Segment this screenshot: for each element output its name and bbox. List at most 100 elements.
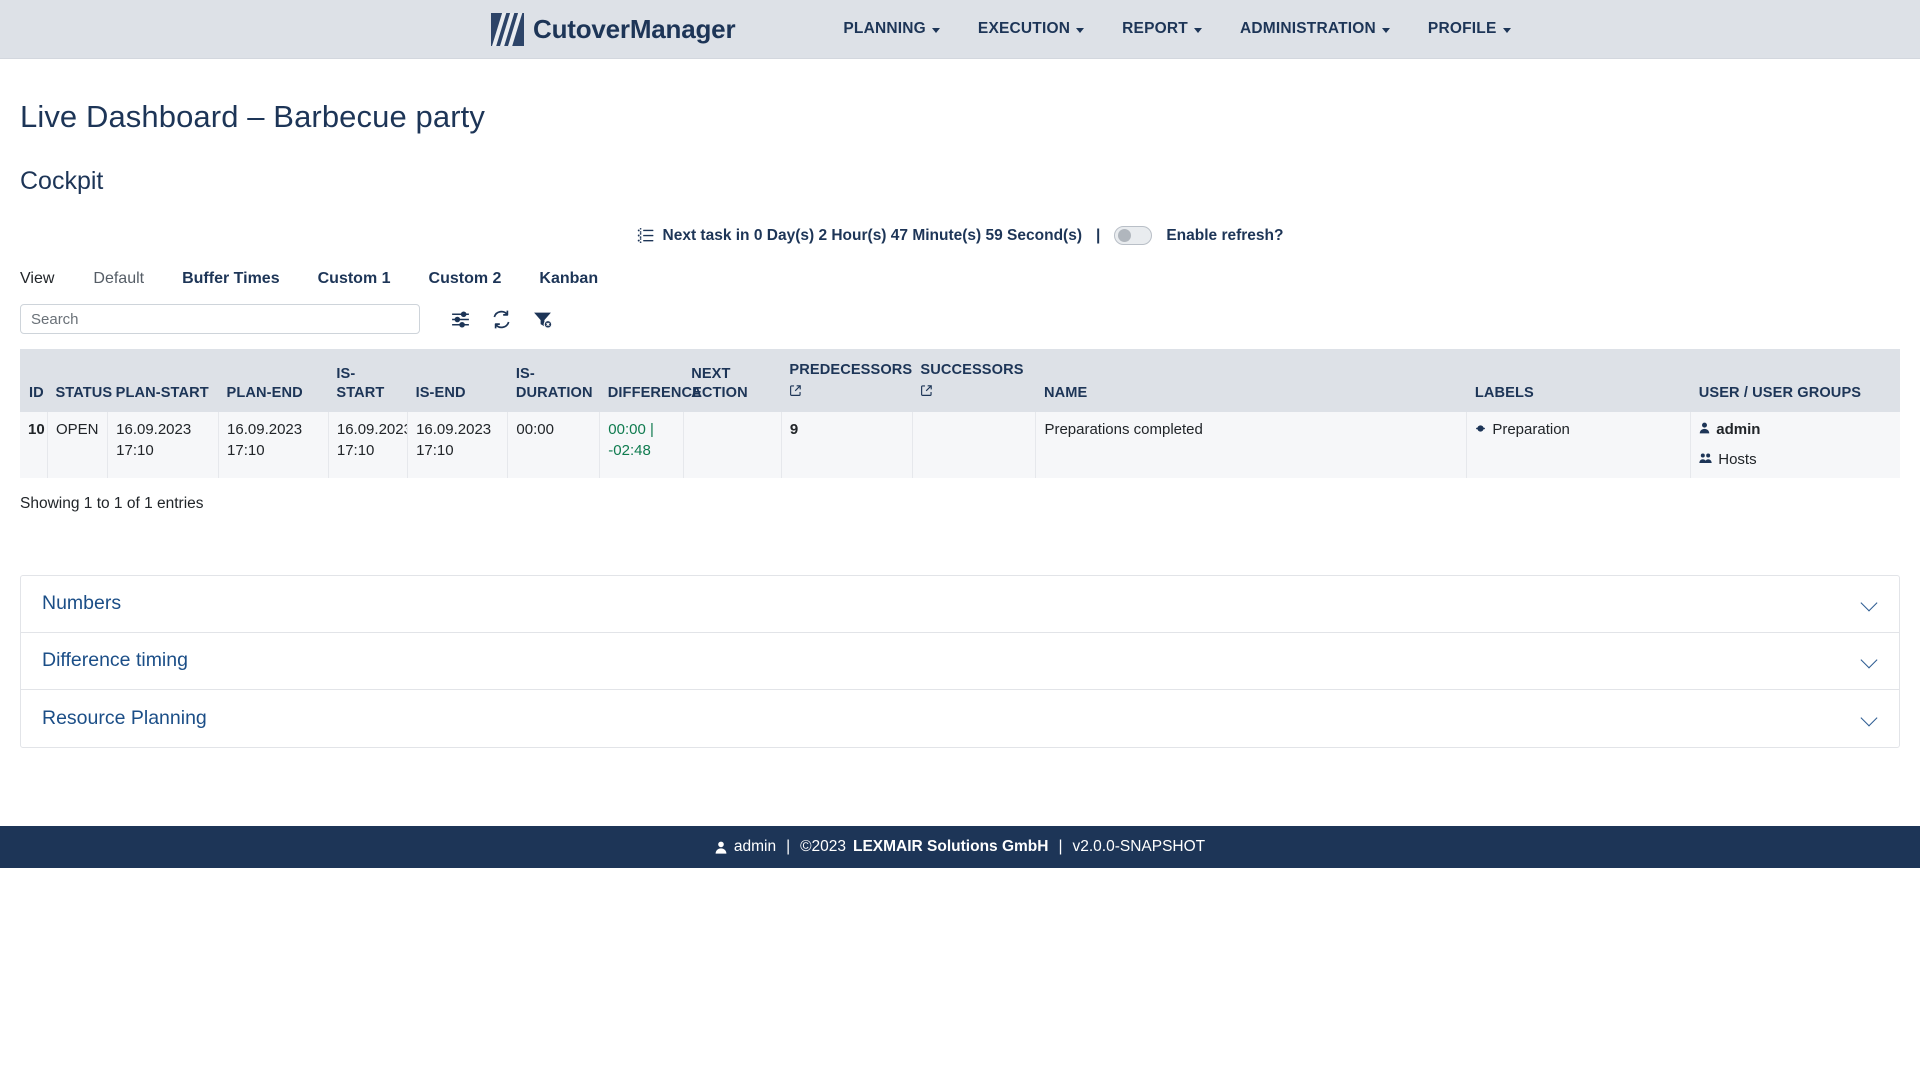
nav-item-label: ADMINISTRATION bbox=[1239, 20, 1376, 37]
chevron-down-icon[interactable] bbox=[1861, 595, 1878, 612]
cell-difference: 00:00 | -02:48 bbox=[599, 412, 684, 478]
table-body: 10 OPEN 16.09.2023 17:10 16.09.2023 17:1… bbox=[20, 412, 1900, 478]
chevron-down-icon[interactable] bbox=[1861, 710, 1878, 727]
cell-name: Preparations completed bbox=[1035, 412, 1468, 478]
status-separator: | bbox=[1095, 226, 1101, 244]
chevron-down-icon bbox=[1381, 27, 1390, 33]
difference-primary: 00:00 bbox=[608, 421, 646, 439]
user-group-icon bbox=[1699, 450, 1712, 470]
navbar-menu: PLANNING EXECUTION REPORT ADMINISTRATION… bbox=[824, 12, 1529, 46]
column-settings-icon[interactable] bbox=[450, 309, 471, 330]
time-part: 17:10 bbox=[116, 441, 154, 459]
col-labels[interactable]: LABELS bbox=[1466, 349, 1691, 413]
nav-item-administration[interactable]: ADMINISTRATION bbox=[1221, 12, 1409, 46]
cell-successors bbox=[912, 412, 1037, 478]
accordion-group: Numbers Difference timing Resource Plann… bbox=[20, 574, 1900, 748]
view-tab-buffer-times[interactable]: Buffer Times bbox=[163, 270, 299, 288]
view-tab-custom-1[interactable]: Custom 1 bbox=[299, 270, 410, 288]
tag-icon bbox=[1475, 420, 1486, 440]
col-next-action[interactable]: NEXT ACTION bbox=[683, 349, 782, 413]
page-footer: admin | ©2023 LEXMAIR Solutions GmbH | v… bbox=[0, 826, 1920, 868]
date-part: 16.09.2023 bbox=[116, 421, 192, 439]
external-link-icon[interactable] bbox=[789, 384, 904, 403]
countdown-text: Next task in 0 Day(s) 2 Hour(s) 47 Minut… bbox=[662, 226, 1082, 244]
cell-is-duration: 00:00 bbox=[507, 412, 601, 478]
cell-id: 10 bbox=[20, 412, 48, 478]
nav-item-planning[interactable]: PLANNING bbox=[824, 12, 959, 46]
col-plan-start[interactable]: PLAN-START bbox=[107, 349, 219, 413]
page-title: Live Dashboard – Barbecue party bbox=[20, 99, 485, 134]
entries-info: Showing 1 to 1 of 1 entries bbox=[20, 494, 204, 512]
col-predecessors[interactable]: PREDECESSORS bbox=[781, 349, 913, 413]
date-part: 16.09.2023 bbox=[416, 421, 492, 439]
toggle-knob bbox=[1118, 229, 1132, 242]
nav-item-label: PLANNING bbox=[843, 20, 926, 37]
toolbar-icons bbox=[450, 309, 553, 330]
footer-user: admin bbox=[733, 838, 777, 855]
view-tab-custom-2[interactable]: Custom 2 bbox=[410, 270, 521, 288]
col-is-end[interactable]: IS-END bbox=[407, 349, 508, 413]
col-id[interactable]: ID bbox=[20, 349, 48, 413]
brand-logo-link[interactable]: CutoverManager bbox=[491, 12, 736, 46]
nav-item-profile[interactable]: PROFILE bbox=[1409, 12, 1530, 46]
accordion-resource-planning[interactable]: Resource Planning bbox=[21, 690, 1899, 747]
accordion-numbers[interactable]: Numbers bbox=[21, 576, 1899, 633]
nav-item-label: REPORT bbox=[1122, 20, 1188, 37]
user-name: admin bbox=[1716, 421, 1761, 439]
external-link-icon[interactable] bbox=[920, 384, 1028, 403]
chevron-down-icon bbox=[1193, 27, 1202, 33]
view-tabs-label: View bbox=[20, 270, 55, 287]
time-part: 17:10 bbox=[336, 441, 375, 459]
user-chip: admin bbox=[1699, 420, 1892, 440]
task-list-icon bbox=[637, 227, 654, 244]
col-difference[interactable]: DIFFERENCE bbox=[599, 349, 702, 413]
table-header: ID STATUS PLAN-START PLAN-END IS-START I… bbox=[20, 349, 1900, 413]
brand-name: CutoverManager bbox=[533, 13, 736, 44]
view-tabs: View Default Buffer Times Custom 1 Custo… bbox=[20, 270, 1900, 288]
table-header-row: ID STATUS PLAN-START PLAN-END IS-START I… bbox=[20, 349, 1900, 413]
cell-is-start: 16.09.2023 17:10 bbox=[328, 412, 409, 478]
date-part: 16.09.2023 bbox=[227, 421, 303, 439]
cell-plan-end: 16.09.2023 17:10 bbox=[218, 412, 329, 478]
cell-is-end: 16.09.2023 17:10 bbox=[407, 412, 509, 478]
col-is-start[interactable]: IS-START bbox=[328, 349, 408, 413]
cell-predecessors[interactable]: 9 bbox=[781, 412, 913, 478]
accordion-title: Difference timing bbox=[42, 649, 188, 672]
view-tab-default[interactable]: Default bbox=[74, 270, 163, 288]
chevron-down-icon[interactable] bbox=[1861, 652, 1878, 669]
date-part: 16.09.2023 bbox=[336, 421, 408, 439]
col-name[interactable]: NAME bbox=[1035, 349, 1467, 413]
col-plan-end[interactable]: PLAN-END bbox=[218, 349, 329, 413]
chevron-down-icon bbox=[1502, 27, 1511, 33]
footer-separator-1: | bbox=[786, 838, 791, 855]
table-row[interactable]: 10 OPEN 16.09.2023 17:10 16.09.2023 17:1… bbox=[20, 412, 1900, 478]
col-is-duration[interactable]: IS-DURATION bbox=[507, 349, 600, 413]
chevron-down-icon bbox=[931, 27, 940, 33]
col-users[interactable]: USER / USER GROUPS bbox=[1690, 349, 1900, 413]
footer-company: LEXMAIR Solutions GmbH bbox=[853, 838, 1049, 855]
col-successors[interactable]: SUCCESSORS bbox=[912, 349, 1036, 413]
cell-users: admin Hosts bbox=[1690, 412, 1900, 478]
nav-item-label: EXECUTION bbox=[977, 20, 1071, 37]
accordion-title: Resource Planning bbox=[42, 706, 207, 729]
col-status[interactable]: STATUS bbox=[47, 349, 112, 413]
enable-refresh-label: Enable refresh? bbox=[1166, 226, 1284, 244]
nav-item-execution[interactable]: EXECUTION bbox=[959, 12, 1103, 46]
nav-item-report[interactable]: REPORT bbox=[1103, 12, 1221, 46]
accordion-difference-timing[interactable]: Difference timing bbox=[21, 633, 1899, 690]
search-input[interactable] bbox=[20, 304, 420, 334]
nav-item-label: PROFILE bbox=[1427, 20, 1497, 37]
footer-copyright: ©2023 bbox=[800, 838, 846, 855]
refresh-icon[interactable] bbox=[491, 309, 512, 330]
view-tab-kanban[interactable]: Kanban bbox=[520, 270, 617, 288]
cell-next-action bbox=[683, 412, 782, 478]
clear-filter-icon[interactable] bbox=[532, 309, 553, 330]
user-group-chip: Hosts bbox=[1699, 450, 1892, 470]
col-successors-label: SUCCESSORS bbox=[920, 362, 1024, 378]
user-group-name: Hosts bbox=[1718, 450, 1757, 468]
user-icon bbox=[715, 841, 727, 854]
accordion-title: Numbers bbox=[42, 592, 122, 615]
enable-refresh-toggle[interactable] bbox=[1114, 226, 1153, 245]
difference-divider: | bbox=[649, 421, 654, 439]
footer-separator-2: | bbox=[1058, 838, 1063, 855]
